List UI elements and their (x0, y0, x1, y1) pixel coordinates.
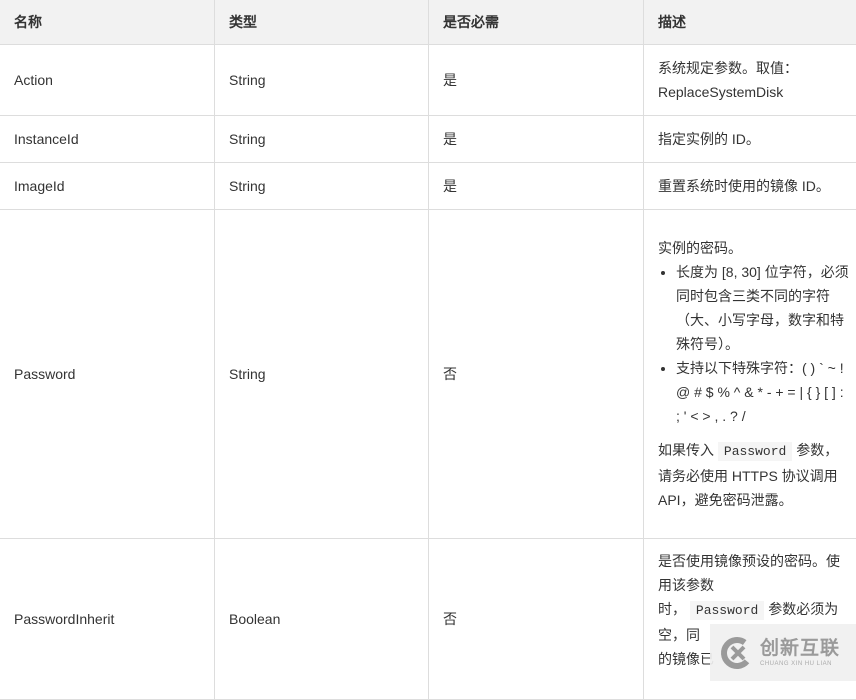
watermark-subtext: CHUANG XIN HU LIAN (760, 660, 840, 668)
desc-line: ReplaceSystemDisk (658, 80, 849, 104)
desc-bullet: 长度为 [8, 30] 位字符，必须同时包含三类不同的字符（大、小写字母，数字和… (676, 260, 849, 356)
param-description: 实例的密码。 长度为 [8, 30] 位字符，必须同时包含三类不同的字符（大、小… (644, 210, 856, 539)
param-required: 是 (429, 163, 644, 210)
param-name: InstanceId (0, 116, 215, 163)
desc-line: 是否使用镜像预设的密码。使用该参数 (658, 549, 849, 597)
desc-pre: 时， (658, 601, 686, 617)
param-required: 否 (429, 210, 644, 539)
table-row: InstanceId String 是 指定实例的 ID。 (0, 116, 856, 163)
param-type: Boolean (215, 539, 429, 700)
watermark-text: 创新互联 (760, 638, 840, 660)
desc-note-pre: 如果传入 (658, 442, 714, 458)
desc-bullet: 支持以下特殊字符：( ) ` ~ ! @ # $ % ^ & * - + = |… (676, 356, 849, 428)
param-name: ImageId (0, 163, 215, 210)
param-required: 是 (429, 116, 644, 163)
param-required: 是 (429, 45, 644, 116)
desc-intro: 实例的密码。 (658, 236, 849, 260)
desc-note: 如果传入 Password 参数，请务必使用 HTTPS 协议调用 API，避免… (658, 438, 849, 512)
header-description: 描述 (644, 0, 856, 45)
param-description: 系统规定参数。取值： ReplaceSystemDisk (644, 45, 856, 116)
header-type: 类型 (215, 0, 429, 45)
watermark-logo-icon (720, 636, 754, 670)
param-name: PasswordInherit (0, 539, 215, 700)
param-type: String (215, 163, 429, 210)
table-row: Action String 是 系统规定参数。取值： ReplaceSystem… (0, 45, 856, 116)
watermark: 创新互联 CHUANG XIN HU LIAN (710, 624, 856, 681)
param-required: 否 (429, 539, 644, 700)
inline-code: Password (690, 601, 764, 620)
param-description: 指定实例的 ID。 (644, 116, 856, 163)
desc-bullet-list: 长度为 [8, 30] 位字符，必须同时包含三类不同的字符（大、小写字母，数字和… (658, 260, 849, 428)
header-name: 名称 (0, 0, 215, 45)
table-header-row: 名称 类型 是否必需 描述 (0, 0, 856, 45)
param-description: 重置系统时使用的镜像 ID。 (644, 163, 856, 210)
param-name: Action (0, 45, 215, 116)
desc-line: 系统规定参数。取值： (658, 56, 849, 80)
param-name: Password (0, 210, 215, 539)
param-type: String (215, 45, 429, 116)
table-row: ImageId String 是 重置系统时使用的镜像 ID。 (0, 163, 856, 210)
inline-code: Password (718, 442, 792, 461)
param-type: String (215, 210, 429, 539)
table-row: Password String 否 实例的密码。 长度为 [8, 30] 位字符… (0, 210, 856, 539)
parameter-table: 名称 类型 是否必需 描述 Action String 是 系统规定参数。取值：… (0, 0, 856, 700)
header-required: 是否必需 (429, 0, 644, 45)
param-type: String (215, 116, 429, 163)
